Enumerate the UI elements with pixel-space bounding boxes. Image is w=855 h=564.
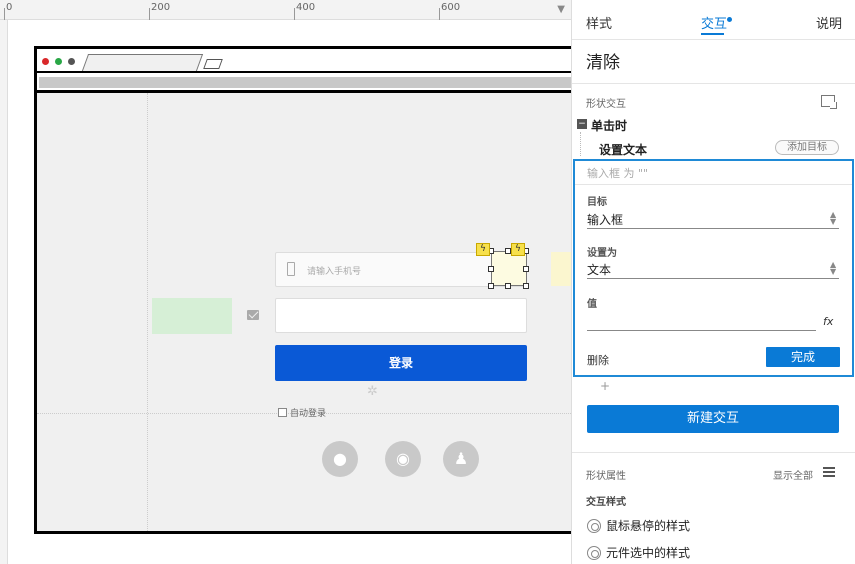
- hover-style-item[interactable]: 鼠标悬停的样式: [587, 517, 690, 534]
- mail-icon: [247, 310, 259, 320]
- green-placeholder-widget[interactable]: [152, 298, 232, 334]
- tab-interactions[interactable]: 交互: [701, 13, 727, 32]
- done-button[interactable]: 完成: [766, 347, 840, 367]
- horizontal-ruler: 0 200 400 600 ▼: [0, 0, 571, 20]
- ruler-label-600: 600: [441, 2, 461, 13]
- fx-icon[interactable]: fx: [823, 315, 833, 328]
- browser-tab: [81, 54, 204, 71]
- password-input-widget[interactable]: [275, 298, 527, 333]
- checkbox-icon[interactable]: [278, 408, 287, 417]
- add-action-icon[interactable]: +: [600, 379, 610, 393]
- interaction-bolt-icon[interactable]: ϟ: [476, 243, 490, 256]
- resize-handle[interactable]: [488, 266, 494, 272]
- ruler-label-200: 200: [151, 2, 171, 13]
- shape-interactions-label: 形状交互: [586, 99, 626, 110]
- close-dot-icon: [42, 58, 49, 65]
- new-tab-icon: [203, 59, 223, 69]
- phone-icon: [287, 262, 295, 276]
- resize-handle[interactable]: [523, 266, 529, 272]
- phone-placeholder: 请输入手机号: [307, 267, 362, 277]
- selected-style-label: 元件选中的样式: [606, 546, 691, 560]
- show-all-link[interactable]: 显示全部: [773, 467, 813, 482]
- divider: [575, 184, 852, 185]
- ruler-dropdown-icon[interactable]: ▼: [557, 4, 565, 15]
- ruler-tick: [439, 8, 440, 20]
- inspector-tabs: 样式 交互 说明: [572, 0, 855, 40]
- target-spinner-icon[interactable]: ▲ ▼: [830, 211, 836, 226]
- set-to-select[interactable]: 文本: [587, 261, 611, 278]
- hover-style-label: 鼠标悬停的样式: [606, 519, 691, 533]
- style-target-icon: [587, 546, 601, 560]
- action-summary: 输入框 为 "": [587, 167, 649, 180]
- ruler-tick: [149, 8, 150, 20]
- ruler-tick: [4, 8, 5, 20]
- ruler-tick: [294, 8, 295, 20]
- resize-handle[interactable]: [523, 283, 529, 289]
- browser-titlebar: [37, 49, 571, 73]
- ruler-label-400: 400: [296, 2, 316, 13]
- field-underline: [587, 228, 839, 229]
- ruler-label-0: 0: [6, 2, 13, 13]
- event-label[interactable]: 单击时: [591, 117, 627, 134]
- set-to-label: 设置为: [587, 248, 617, 259]
- browser-frame-widget[interactable]: [34, 46, 571, 534]
- auto-login-checkbox[interactable]: 自动登录: [278, 406, 326, 419]
- design-canvas[interactable]: 0 200 400 600 ▼ 请输入手机号 登录 ✲ 自动登录 ● ◉ ♟ ϟ…: [0, 0, 571, 564]
- guide-line: [147, 93, 148, 531]
- delete-button[interactable]: 删除: [587, 352, 609, 368]
- add-target-button[interactable]: 添加目标: [775, 140, 839, 155]
- yellow-placeholder-widget[interactable]: [551, 252, 571, 286]
- tree-line: [580, 132, 581, 156]
- collapse-icon[interactable]: −: [577, 119, 587, 129]
- shape-properties-label: 形状属性: [586, 471, 626, 482]
- divider: [572, 83, 855, 84]
- qq-icon[interactable]: ♟: [443, 441, 479, 477]
- browser-address-bar: [37, 73, 571, 93]
- action-label[interactable]: 设置文本: [599, 141, 647, 158]
- target-select[interactable]: 输入框: [587, 211, 623, 228]
- inspector-panel: 样式 交互 说明 清除 形状交互 − 单击时 设置文本 添加目标 输入框 为 "…: [571, 0, 855, 564]
- wechat-icon[interactable]: ●: [322, 441, 358, 477]
- divider: [572, 452, 855, 453]
- minimize-dot-icon: [68, 58, 75, 65]
- maximize-dot-icon: [55, 58, 62, 65]
- unsaved-dot-icon: [727, 17, 732, 22]
- field-underline: [587, 278, 839, 279]
- gear-icon: ✲: [367, 384, 378, 399]
- resize-handle[interactable]: [505, 283, 511, 289]
- target-label: 目标: [587, 197, 607, 208]
- field-underline: [587, 330, 816, 331]
- login-button-widget[interactable]: 登录: [275, 345, 527, 381]
- widget-name[interactable]: 清除: [586, 48, 620, 73]
- new-interaction-button[interactable]: 新建交互: [587, 405, 839, 433]
- selected-clear-widget[interactable]: [491, 251, 527, 286]
- tab-style[interactable]: 样式: [586, 13, 612, 32]
- interaction-bolt-icon[interactable]: ϟ: [511, 243, 525, 256]
- active-tab-indicator: [701, 33, 724, 35]
- style-target-icon: [587, 519, 601, 533]
- weibo-icon[interactable]: ◉: [385, 441, 421, 477]
- menu-icon[interactable]: [823, 467, 835, 477]
- vertical-ruler: [0, 20, 8, 564]
- interaction-styles-label: 交互样式: [586, 497, 626, 508]
- value-input[interactable]: [587, 313, 815, 329]
- auto-login-label: 自动登录: [290, 409, 327, 419]
- resize-handle[interactable]: [488, 283, 494, 289]
- tab-notes[interactable]: 说明: [816, 13, 842, 32]
- value-label: 值: [587, 299, 597, 310]
- action-editor: 输入框 为 "" 目标 输入框 ▲ ▼ 设置为 文本 ▲ ▼ 值 fx 删除 完成: [573, 159, 854, 377]
- popout-icon[interactable]: [821, 95, 837, 109]
- set-to-spinner-icon[interactable]: ▲ ▼: [830, 261, 836, 276]
- selected-style-item[interactable]: 元件选中的样式: [587, 544, 690, 561]
